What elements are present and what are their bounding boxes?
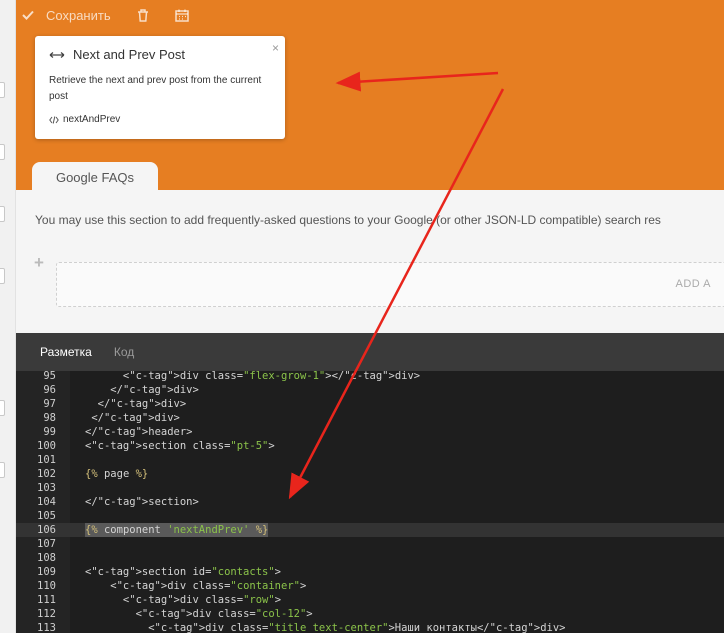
line-number: 97 xyxy=(43,398,56,410)
arrows-horizontal-icon xyxy=(49,51,65,58)
line-number: 96 xyxy=(43,384,56,396)
code-line[interactable]: 107 xyxy=(16,537,724,551)
line-number: 105 xyxy=(37,510,56,522)
code-line[interactable]: 98 </"c-tag">div> xyxy=(16,411,724,425)
sidebar-checkbox[interactable] xyxy=(0,206,5,222)
code-line[interactable]: 96 </"c-tag">div> xyxy=(16,383,724,397)
left-sidebar-strip xyxy=(0,0,16,633)
trash-icon[interactable] xyxy=(137,8,149,22)
code-line[interactable]: 113 <"c-tag">div class="title text-cente… xyxy=(16,621,724,633)
line-number: 112 xyxy=(37,608,56,620)
code-text: </"c-tag">div> xyxy=(85,398,187,410)
line-number: 107 xyxy=(37,538,56,550)
code-text: <"c-tag">div class="title text-center">Н… xyxy=(85,622,566,633)
sidebar-checkbox[interactable] xyxy=(0,462,5,478)
sidebar-checkbox[interactable] xyxy=(0,144,5,160)
check-icon xyxy=(22,10,34,20)
code-line[interactable]: 100 <"c-tag">section class="pt-5"> xyxy=(16,439,724,453)
code-line[interactable]: 108 xyxy=(16,551,724,565)
code-line[interactable]: 110 <"c-tag">div class="container"> xyxy=(16,579,724,593)
code-text: </"c-tag">section> xyxy=(85,496,199,508)
line-number: 99 xyxy=(43,426,56,438)
line-number: 113 xyxy=(37,622,56,633)
save-button[interactable]: Сохранить xyxy=(22,8,111,23)
code-line[interactable]: 95 <"c-tag">div class="flex-grow-1"></"c… xyxy=(16,371,724,383)
add-item-dropzone[interactable]: ADD A xyxy=(56,262,724,307)
code-text: </"c-tag">div> xyxy=(85,412,180,424)
popover-description: Retrieve the next and prev post from the… xyxy=(49,75,262,102)
popover-title-row: Next and Prev Post xyxy=(49,47,185,62)
line-number: 106 xyxy=(37,524,56,536)
tab-markup[interactable]: Разметка xyxy=(40,345,92,359)
code-text: </"c-tag">header> xyxy=(85,426,193,438)
tab-google-faqs[interactable]: Google FAQs xyxy=(32,162,158,192)
code-text: <"c-tag">section class="pt-5"> xyxy=(85,440,275,452)
close-icon[interactable]: × xyxy=(272,41,279,55)
line-number: 108 xyxy=(37,552,56,564)
line-number: 111 xyxy=(37,594,56,606)
line-number: 103 xyxy=(37,482,56,494)
code-line[interactable]: 101 xyxy=(16,453,724,467)
code-text: <"c-tag">section id="contacts"> xyxy=(85,566,281,578)
add-item-label: ADD A xyxy=(675,278,711,290)
calendar-icon[interactable] xyxy=(174,9,189,22)
toolbar: Сохранить xyxy=(22,4,189,26)
popover-code-row: nextAndPrev xyxy=(49,114,120,125)
popover-code: nextAndPrev xyxy=(63,114,121,125)
code-line[interactable]: 111 <"c-tag">div class="row"> xyxy=(16,593,724,607)
code-line[interactable]: 103 xyxy=(16,481,724,495)
code-line[interactable]: 99 </"c-tag">header> xyxy=(16,425,724,439)
code-line[interactable]: 105 xyxy=(16,509,724,523)
code-text: {% component 'nextAndPrev' %} xyxy=(85,523,269,537)
section-description: You may use this section to add frequent… xyxy=(35,213,661,227)
code-line[interactable]: 97 </"c-tag">div> xyxy=(16,397,724,411)
code-line[interactable]: 106 {% component 'nextAndPrev' %} xyxy=(16,523,724,537)
code-line[interactable]: 102 {% page %} xyxy=(16,467,724,481)
popover-title: Next and Prev Post xyxy=(73,47,185,62)
save-label: Сохранить xyxy=(46,7,111,23)
line-number: 101 xyxy=(37,454,56,466)
code-line[interactable]: 112 <"c-tag">div class="col-12"> xyxy=(16,607,724,621)
tab-code[interactable]: Код xyxy=(114,345,134,359)
code-text: <"c-tag">div class="col-12"> xyxy=(85,608,313,620)
code-text: </"c-tag">div> xyxy=(85,384,199,396)
code-line[interactable]: 104 </"c-tag">section> xyxy=(16,495,724,509)
line-number: 100 xyxy=(37,440,56,452)
line-number: 104 xyxy=(37,496,56,508)
editor-tabs: Разметка Код xyxy=(16,333,724,371)
code-line[interactable]: 109 <"c-tag">section id="contacts"> xyxy=(16,565,724,579)
code-text: <"c-tag">div class="row"> xyxy=(85,594,282,606)
code-text: <"c-tag">div class="container"> xyxy=(85,580,307,592)
code-icon xyxy=(49,115,59,124)
code-text: {% page %} xyxy=(85,468,149,480)
sidebar-checkbox[interactable] xyxy=(0,268,5,284)
line-number: 95 xyxy=(43,371,56,382)
plus-icon[interactable]: + xyxy=(34,253,44,273)
line-number: 102 xyxy=(37,468,56,480)
line-number: 109 xyxy=(37,566,56,578)
code-editor[interactable]: 95 <"c-tag">div class="flex-grow-1"></"c… xyxy=(16,371,724,633)
component-popover[interactable]: Next and Prev Post × Retrieve the next a… xyxy=(35,36,285,139)
sidebar-checkbox[interactable] xyxy=(0,82,5,98)
line-number: 110 xyxy=(37,580,56,592)
line-number: 98 xyxy=(43,412,56,424)
sidebar-checkbox[interactable] xyxy=(0,400,5,416)
code-text: <"c-tag">div class="flex-grow-1"></"c-ta… xyxy=(85,371,421,382)
